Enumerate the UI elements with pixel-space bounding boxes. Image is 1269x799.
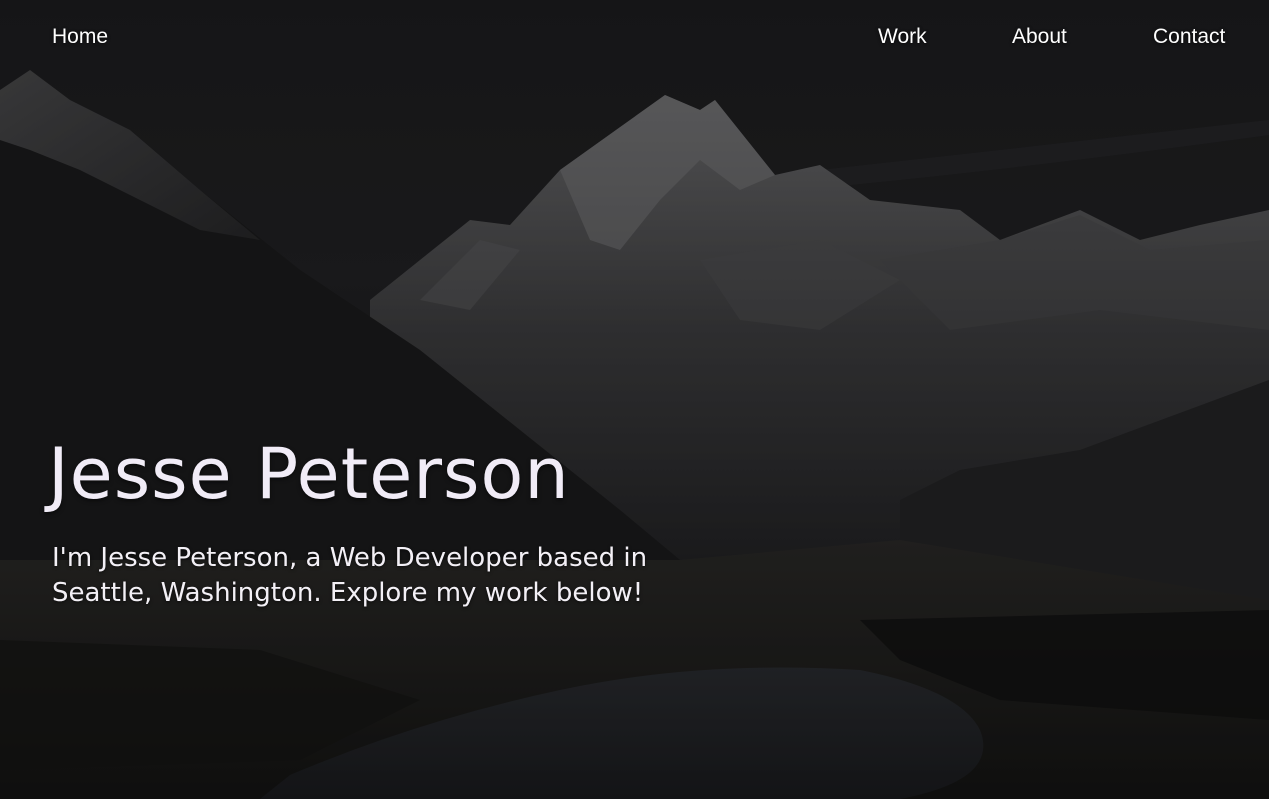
hero-subtitle: I'm Jesse Peterson, a Web Developer base… bbox=[52, 543, 648, 608]
nav-contact-link[interactable]: Contact bbox=[1153, 25, 1225, 49]
nav-work-link[interactable]: Work bbox=[878, 25, 927, 49]
hero-title: Jesse Peterson bbox=[48, 433, 570, 515]
top-navigation: Home Work About Contact bbox=[0, 0, 1269, 76]
nav-home-link[interactable]: Home bbox=[52, 25, 108, 49]
hero-background-image bbox=[0, 0, 1269, 799]
hero-section: Home Work About Contact Jesse Peterson I… bbox=[0, 0, 1269, 799]
nav-about-link[interactable]: About bbox=[1012, 25, 1067, 49]
